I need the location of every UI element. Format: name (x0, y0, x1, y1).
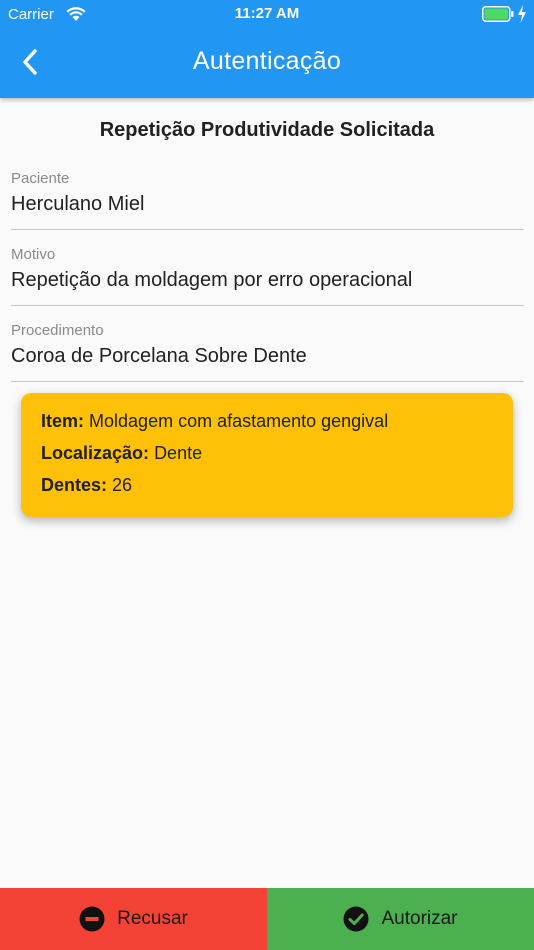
action-bar: Recusar Autorizar (0, 888, 534, 950)
refuse-button[interactable]: Recusar (0, 888, 267, 950)
teeth-value: 26 (112, 475, 133, 495)
field-label: Procedimento (11, 322, 104, 339)
field-value: Coroa de Porcelana Sobre Dente (11, 345, 307, 367)
field-label: Paciente (11, 170, 70, 187)
refuse-label: Recusar (117, 908, 188, 929)
field-label: Motivo (11, 246, 56, 263)
teeth-line: Dentes: 26 (41, 474, 493, 496)
minus-circle-icon (79, 906, 105, 932)
teeth-label: Dentes: (41, 475, 108, 495)
charging-icon (518, 5, 526, 23)
app-title: Autenticação (192, 47, 342, 75)
battery-icon (482, 6, 514, 22)
page-title: Repetição Produtividade Solicitada (99, 119, 435, 141)
field-value: Repetição da moldagem por erro operacion… (11, 269, 413, 291)
app-header: Carrier 11:27 AM Autenticação (0, 0, 534, 98)
authorize-button[interactable]: Autorizar (267, 888, 534, 950)
location-label: Localização: (41, 443, 150, 463)
patient-field: Paciente Herculano Miel (11, 170, 524, 230)
check-circle-icon (343, 906, 369, 932)
field-value: Herculano Miel (11, 193, 145, 215)
location-line: Localização: Dente (41, 442, 493, 464)
procedure-field: Procedimento Coroa de Porcelana Sobre De… (11, 322, 524, 382)
status-time: 11:27 AM (234, 5, 300, 22)
item-label: Item: (41, 411, 85, 431)
reason-field: Motivo Repetição da moldagem por erro op… (11, 246, 524, 306)
status-bar: Carrier 11:27 AM (0, 0, 534, 28)
item-value: Moldagem com afastamento gengival (89, 411, 389, 431)
authorize-label: Autorizar (381, 908, 458, 929)
item-detail-card: Item: Moldagem com afastamento gengival … (21, 393, 513, 517)
location-value: Dente (154, 443, 203, 463)
item-line: Item: Moldagem com afastamento gengival (41, 410, 493, 432)
